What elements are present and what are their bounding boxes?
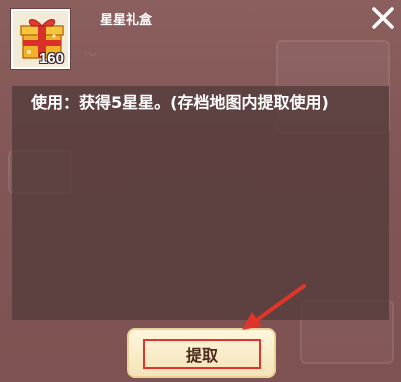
description-panel: 使用：获得5星星。(存档地图内提取使用) bbox=[12, 86, 389, 320]
close-button[interactable] bbox=[367, 2, 399, 34]
item-count: 160 bbox=[38, 50, 64, 67]
close-icon bbox=[372, 7, 394, 29]
item-name: 星星礼盒 bbox=[100, 13, 153, 28]
item-description: 使用：获得5星星。(存档地图内提取使用) bbox=[31, 93, 329, 112]
red-arrow-icon bbox=[242, 284, 306, 330]
item-icon-tile: 160 bbox=[11, 9, 70, 69]
extract-button-label: 提取 bbox=[185, 346, 218, 365]
extract-highlight-box: 提取 bbox=[143, 339, 261, 369]
background-text: ～ bbox=[84, 48, 98, 63]
extract-button[interactable]: 提取 bbox=[127, 328, 276, 378]
